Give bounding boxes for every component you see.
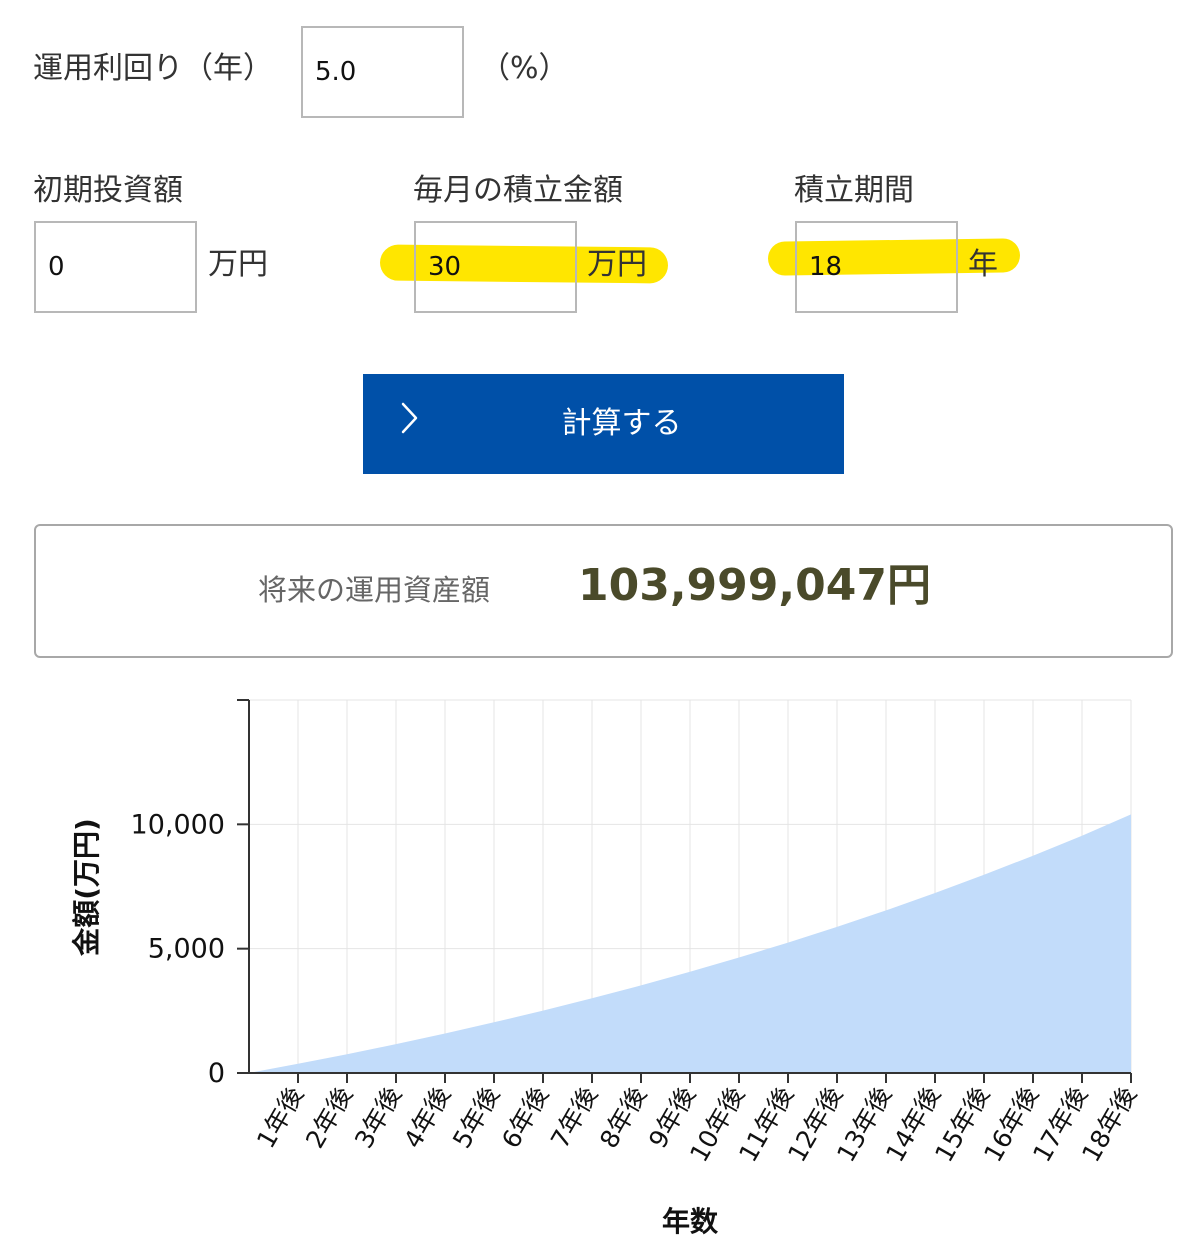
x-tick-label: 8年後 [594,1082,652,1154]
y-axis-title: 金額(万円) [70,818,103,957]
rate-unit: （%） [480,51,569,86]
x-tick-label: 1年後 [251,1082,309,1154]
monthly-amount-input[interactable] [414,221,577,313]
x-tick-label: 10年後 [684,1082,750,1167]
result-label: 将来の運用資産額 [258,573,491,607]
x-tick-label: 16年後 [978,1082,1044,1167]
initial-amount-label: 初期投資額 [33,173,183,208]
x-tick-label: 6年後 [496,1082,554,1154]
x-tick-label: 18年後 [1076,1082,1142,1167]
result-value: 103,999,047円 [578,560,931,611]
calculate-button[interactable]: 計算する [363,374,844,474]
x-tick-label: 2年後 [300,1082,358,1154]
x-tick-label: 12年後 [782,1082,848,1167]
period-input[interactable] [795,221,958,313]
initial-amount-input[interactable] [34,221,197,313]
x-axis-title: 年数 [662,1205,719,1238]
y-tick-label: 5,000 [148,934,225,965]
calculate-button-label: 計算する [561,406,682,441]
x-tick-label: 7年後 [545,1082,603,1154]
rate-label: 運用利回り（年） [33,51,273,86]
rate-input[interactable] [301,26,464,118]
y-tick-label: 0 [208,1058,225,1089]
x-tick-label: 15年後 [929,1082,995,1167]
x-tick-label: 13年後 [831,1082,897,1167]
x-tick-label: 11年後 [733,1082,799,1167]
area-series [249,814,1131,1073]
chevron-right-icon [401,402,418,434]
y-tick-label: 10,000 [131,809,225,840]
monthly-amount-unit: 万円 [587,247,647,282]
initial-amount-unit: 万円 [208,247,268,282]
period-label: 積立期間 [794,173,914,208]
x-tick-label: 14年後 [880,1082,946,1167]
x-tick-label: 3年後 [349,1082,407,1154]
period-unit: 年 [968,247,998,282]
x-tick-label: 17年後 [1027,1082,1093,1167]
x-tick-label: 9年後 [643,1082,701,1154]
x-tick-label: 4年後 [398,1082,456,1154]
monthly-amount-label: 毎月の積立金額 [413,173,623,208]
x-tick-label: 5年後 [447,1082,505,1154]
